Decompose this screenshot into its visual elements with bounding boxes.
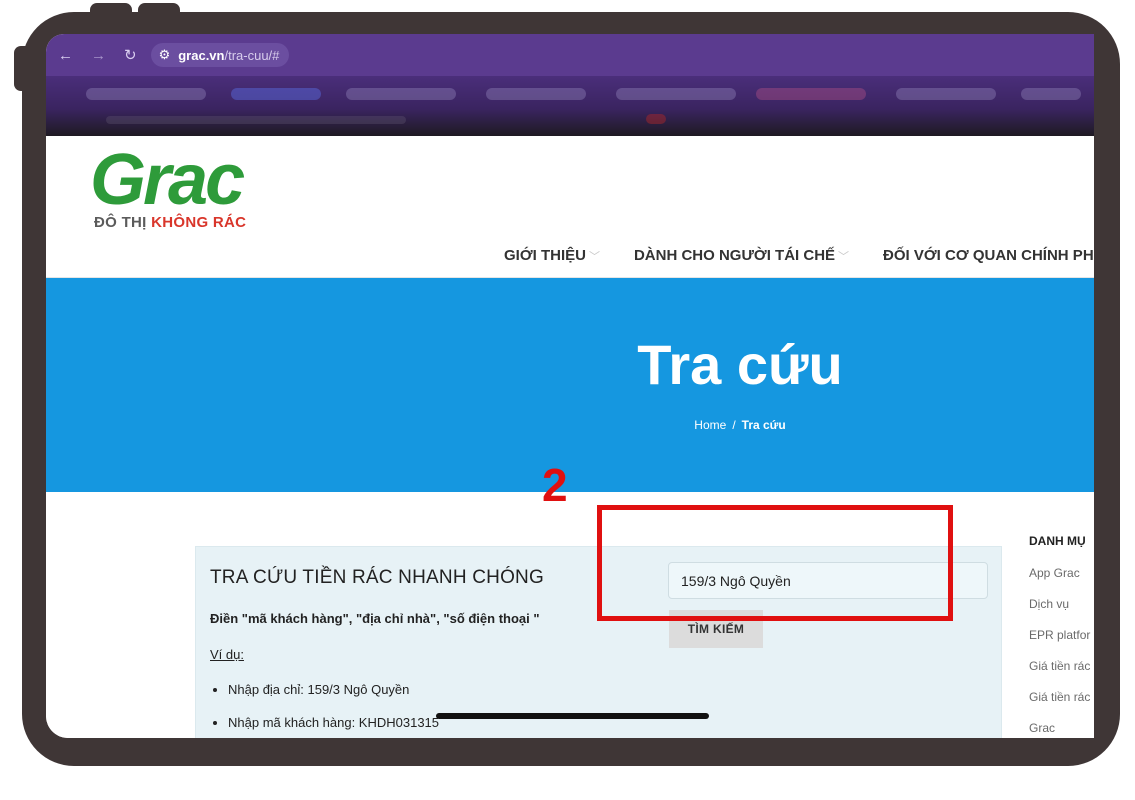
grac-logo[interactable]: Grac ĐÔ THỊ KHÔNG RÁC — [90, 144, 280, 244]
lookup-panel: TRA CỨU TIỀN RÁC NHANH CHÓNG Điền "mã kh… — [195, 546, 1002, 738]
reload-icon[interactable]: ↻ — [124, 46, 137, 64]
sidebar-item[interactable]: Grac — [1029, 721, 1094, 735]
sidebar-item[interactable]: Dịch vụ — [1029, 597, 1094, 611]
logo-tagline: ĐÔ THỊ KHÔNG RÁC — [94, 214, 247, 231]
tablet-button — [138, 3, 180, 17]
logo-wordmark: Grac — [90, 140, 245, 220]
search-input[interactable] — [668, 562, 988, 599]
chevron-down-icon: ﹀ — [588, 251, 600, 263]
forward-icon[interactable]: → — [91, 47, 106, 64]
breadcrumb-current: Tra cứu — [741, 418, 786, 432]
nav-item-doi-voi-co-quan[interactable]: ĐỐI VỚI CƠ QUAN CHÍNH PH — [883, 247, 1094, 264]
sidebar-item[interactable]: EPR platfor — [1029, 628, 1094, 642]
sidebar-item[interactable]: Giá tiền rác — [1029, 659, 1094, 673]
home-indicator — [436, 713, 709, 719]
search-button[interactable]: TÌM KIẾM — [669, 610, 763, 648]
list-item: Nhập địa chỉ: 159/3 Ngô Quyền — [228, 682, 439, 697]
screen: ← → ↻ ⚙ grac.vn/tra-cuu/# Grac ĐÔ THỊ KH… — [46, 34, 1094, 738]
url-field[interactable]: ⚙ grac.vn/tra-cuu/# — [150, 43, 290, 67]
step-number-annotation: 2 — [542, 459, 568, 511]
list-item: Nhập mã khách hàng: KHDH031315 — [228, 715, 439, 730]
back-icon[interactable]: ← — [58, 47, 73, 64]
breadcrumb: Home / Tra cứu — [694, 418, 786, 432]
site-header: Grac ĐÔ THỊ KHÔNG RÁC GIỚI THIỆU ﹀ DÀNH C… — [46, 136, 1094, 278]
main-content: TRA CỨU TIỀN RÁC NHANH CHÓNG Điền "mã kh… — [46, 492, 1094, 738]
category-sidebar: DANH MỤ App Grac Dịch vụ EPR platfor Giá… — [1029, 534, 1094, 738]
nav-item-danh-cho-nguoi-tai-che[interactable]: DÀNH CHO NGƯỜI TÁI CHẾ ﹀ — [634, 247, 849, 264]
lookup-hint: Điền "mã khách hàng", "địa chỉ nhà", "số… — [210, 611, 540, 626]
tablet-side-button — [14, 46, 28, 91]
url-path: /tra-cuu/# — [224, 47, 280, 63]
sidebar-title: DANH MỤ — [1029, 534, 1086, 548]
url-domain: grac.vn — [178, 47, 225, 63]
url-text: grac.vn/tra-cuu/# — [178, 48, 279, 63]
page-hero: Tra cứu Home / Tra cứu — [46, 278, 1094, 492]
page-title: Tra cứu — [637, 333, 843, 396]
browser-address-bar: ← → ↻ ⚙ grac.vn/tra-cuu/# — [46, 34, 1094, 76]
nav-item-gioi-thieu[interactable]: GIỚI THIỆU ﹀ — [504, 247, 600, 264]
sidebar-item[interactable]: App Grac — [1029, 566, 1094, 580]
breadcrumb-home[interactable]: Home — [694, 418, 726, 432]
bookmarks-bar-blurred — [46, 76, 1094, 136]
lookup-heading: TRA CỨU TIỀN RÁC NHANH CHÓNG — [210, 567, 544, 588]
chevron-down-icon: ﹀ — [838, 251, 850, 263]
sidebar-item[interactable]: Giá tiền rác — [1029, 690, 1094, 704]
example-list: Nhập địa chỉ: 159/3 Ngô Quyền Nhập mã kh… — [228, 682, 439, 738]
site-info-icon[interactable]: ⚙ — [159, 47, 171, 63]
tablet-button — [90, 3, 132, 17]
example-label: Ví dụ: — [210, 647, 244, 662]
main-nav: GIỚI THIỆU ﹀ DÀNH CHO NGƯỜI TÁI CHẾ ﹀ ĐỐI … — [504, 247, 1094, 264]
